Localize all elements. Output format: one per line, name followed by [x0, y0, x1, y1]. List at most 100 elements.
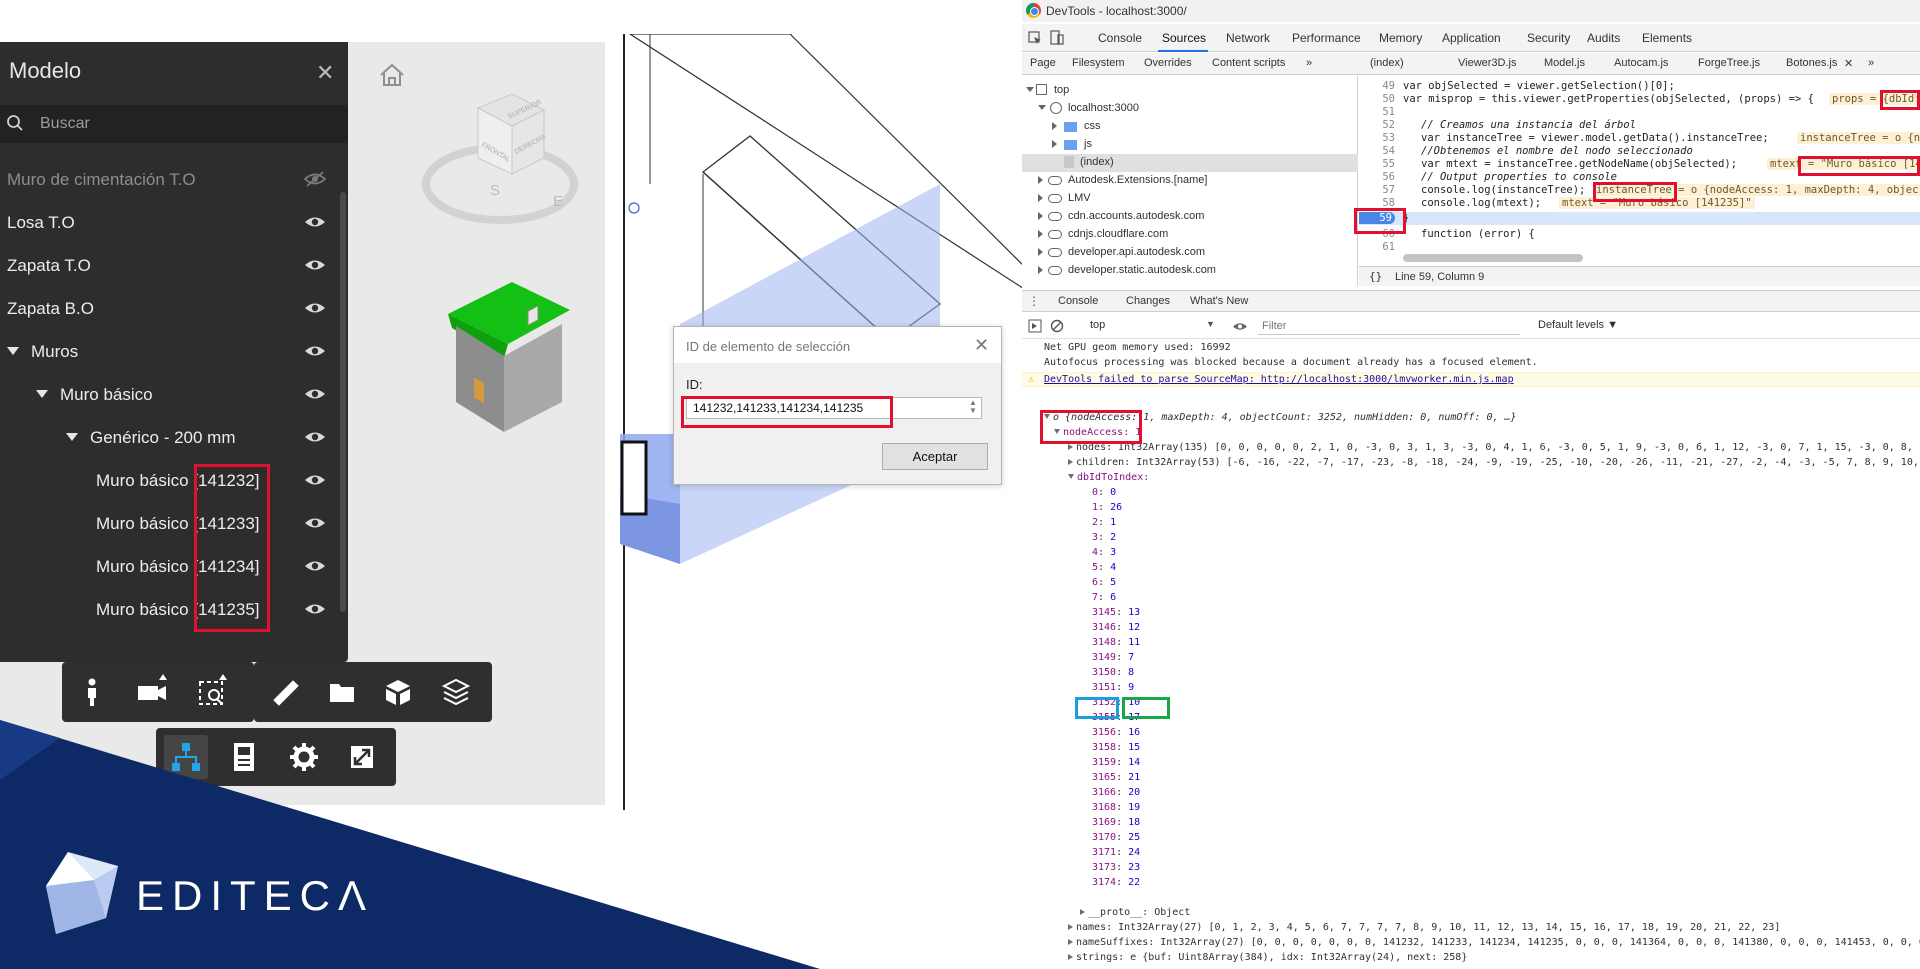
object-property[interactable]: nameSuffixes: Int32Array(27) [0, 0, 0, 0… — [1068, 937, 1920, 952]
eye-icon[interactable] — [304, 515, 326, 531]
warning-text[interactable]: DevTools failed to parse SourceMap: http… — [1044, 374, 1514, 385]
camera-icon[interactable] — [130, 670, 174, 714]
object-property[interactable]: nodes: Int32Array(135) [0, 0, 0, 0, 0, 2… — [1068, 442, 1920, 457]
nav-item-cdn-accounts[interactable]: cdn.accounts.autodesk.com — [1022, 208, 1358, 226]
spinner-icon[interactable]: ▲ ▼ — [966, 399, 980, 417]
explode-icon[interactable] — [376, 670, 420, 714]
tree-row-label: Muros — [31, 342, 79, 361]
search-input[interactable] — [40, 113, 320, 135]
nav-item-extensions[interactable]: Autodesk.Extensions.[name] — [1022, 172, 1358, 190]
file-tab-forgetree[interactable]: ForgeTree.js — [1698, 57, 1760, 69]
chevron-down-icon[interactable]: ▼ — [1206, 319, 1215, 329]
section-icon[interactable] — [320, 670, 364, 714]
tree-row-zapata-to[interactable]: Zapata T.O — [0, 246, 336, 286]
inspect-icon[interactable] — [1028, 31, 1042, 45]
subtab-overrides[interactable]: Overrides — [1144, 57, 1192, 69]
file-tab-more[interactable]: » — [1868, 57, 1874, 69]
tab-console[interactable]: Console — [1098, 31, 1142, 45]
close-icon[interactable]: ✕ — [316, 60, 334, 86]
object-property[interactable]: dbIdToIndex: — [1068, 472, 1149, 487]
expand-icon[interactable] — [36, 390, 48, 398]
layers-icon[interactable] — [434, 670, 478, 714]
eye-icon[interactable] — [304, 257, 326, 273]
tab-audits[interactable]: Audits — [1587, 31, 1620, 45]
expand-icon[interactable] — [66, 433, 78, 441]
drawer-tab-console[interactable]: Console — [1058, 295, 1098, 307]
nav-item-lmv[interactable]: LMV — [1022, 190, 1358, 208]
view-cube[interactable]: S E SUPERIOR FRONTAL DERECHA — [420, 88, 580, 228]
eye-icon[interactable] — [304, 386, 326, 402]
subtab-content-scripts[interactable]: Content scripts — [1212, 57, 1285, 69]
proto-row[interactable]: __proto__: Object — [1080, 907, 1190, 922]
eye-icon[interactable] — [304, 558, 326, 574]
live-expression-eye-icon[interactable] — [1232, 321, 1248, 332]
filter-input[interactable] — [1258, 317, 1520, 335]
nav-item-developer-static[interactable]: developer.static.autodesk.com — [1022, 262, 1358, 280]
nav-item-js[interactable]: js — [1022, 136, 1358, 154]
eye-icon[interactable] — [304, 214, 326, 230]
tree-row-zapata-bo[interactable]: Zapata B.O — [0, 289, 336, 329]
accept-button[interactable]: Aceptar — [882, 443, 988, 470]
drawer-tab-whats-new[interactable]: What's New — [1190, 295, 1248, 307]
device-toolbar-icon[interactable] — [1050, 30, 1064, 45]
clear-console-icon[interactable] — [1050, 319, 1064, 333]
file-tab-botones[interactable]: Botones.js — [1786, 57, 1837, 69]
tree-row-element-141234[interactable]: Muro básico [141234] — [0, 547, 336, 587]
tab-security[interactable]: Security — [1527, 31, 1570, 45]
close-icon[interactable]: ✕ — [1844, 57, 1853, 70]
object-property[interactable]: names: Int32Array(27) [0, 1, 2, 3, 4, 5,… — [1068, 922, 1780, 937]
object-property[interactable]: strings: e {buf: Uint8Array(384), idx: I… — [1068, 952, 1467, 967]
object-property[interactable]: children: Int32Array(53) [-6, -16, -22, … — [1068, 457, 1920, 472]
tab-elements[interactable]: Elements — [1642, 31, 1692, 45]
model-browser-panel: Modelo ✕ Muro de cimentación T.O Losa T.… — [0, 42, 348, 662]
tree-row-element-141232[interactable]: Muro básico [141232] — [0, 461, 336, 501]
tree-row-muros[interactable]: Muros — [0, 332, 336, 372]
tab-sources[interactable]: Sources — [1162, 31, 1206, 45]
fit-to-view-icon[interactable] — [190, 670, 234, 714]
tree-row-losa[interactable]: Losa T.O — [0, 203, 336, 243]
nav-item-developer-api[interactable]: developer.api.autodesk.com — [1022, 244, 1358, 262]
tab-application[interactable]: Application — [1442, 31, 1501, 45]
nav-item-cdnjs[interactable]: cdnjs.cloudflare.com — [1022, 226, 1358, 244]
pretty-print-icon[interactable]: {} — [1369, 270, 1382, 283]
file-tab-index[interactable]: (index) — [1370, 57, 1404, 69]
expand-icon[interactable] — [7, 347, 19, 355]
code-line-breakpoint[interactable]: 59} — [1359, 212, 1920, 225]
eye-hidden-icon[interactable] — [304, 171, 326, 187]
file-tab-viewer3d[interactable]: Viewer3D.js — [1458, 57, 1517, 69]
tab-memory[interactable]: Memory — [1379, 31, 1422, 45]
tab-network[interactable]: Network — [1226, 31, 1270, 45]
subtab-page[interactable]: Page — [1030, 57, 1056, 69]
subtab-more[interactable]: » — [1306, 57, 1312, 69]
eye-icon[interactable] — [304, 429, 326, 445]
eye-icon[interactable] — [304, 601, 326, 617]
file-tab-autocam[interactable]: Autocam.js — [1614, 57, 1668, 69]
tree-row-element-141235[interactable]: Muro básico [141235] — [0, 590, 336, 630]
home-icon[interactable] — [378, 62, 406, 88]
eye-icon[interactable] — [304, 343, 326, 359]
nav-item-css[interactable]: css — [1022, 118, 1358, 136]
eye-icon[interactable] — [304, 300, 326, 316]
subtab-filesystem[interactable]: Filesystem — [1072, 57, 1125, 69]
scrollbar[interactable] — [340, 192, 346, 612]
measure-icon[interactable] — [264, 670, 308, 714]
file-tab-model[interactable]: Model.js — [1544, 57, 1585, 69]
close-icon[interactable]: ✕ — [974, 335, 989, 356]
nav-item-index[interactable]: (index) — [1022, 154, 1358, 172]
tree-row-element-141233[interactable]: Muro básico [141233] — [0, 504, 336, 544]
drawer-tab-changes[interactable]: Changes — [1126, 295, 1170, 307]
horizontal-scrollbar[interactable] — [1403, 254, 1583, 262]
sidebar-toggle-icon[interactable] — [1028, 319, 1042, 333]
tree-row-muro-basico[interactable]: Muro básico — [0, 375, 336, 415]
drawer-menu-icon[interactable]: ⋮ — [1028, 294, 1040, 308]
tab-performance[interactable]: Performance — [1292, 31, 1361, 45]
log-levels-select[interactable]: Default levels ▼ — [1538, 319, 1618, 331]
tree-row-generico[interactable]: Genérico - 200 mm — [0, 418, 336, 458]
nav-item-localhost[interactable]: localhost:3000 — [1022, 100, 1358, 118]
house-model[interactable] — [440, 262, 610, 437]
eye-icon[interactable] — [304, 472, 326, 488]
tree-row-muro-cimentacion[interactable]: Muro de cimentación T.O — [0, 160, 336, 200]
nav-item-top[interactable]: top — [1022, 82, 1358, 100]
walk-icon[interactable] — [70, 670, 114, 714]
context-select[interactable]: top — [1090, 319, 1105, 331]
